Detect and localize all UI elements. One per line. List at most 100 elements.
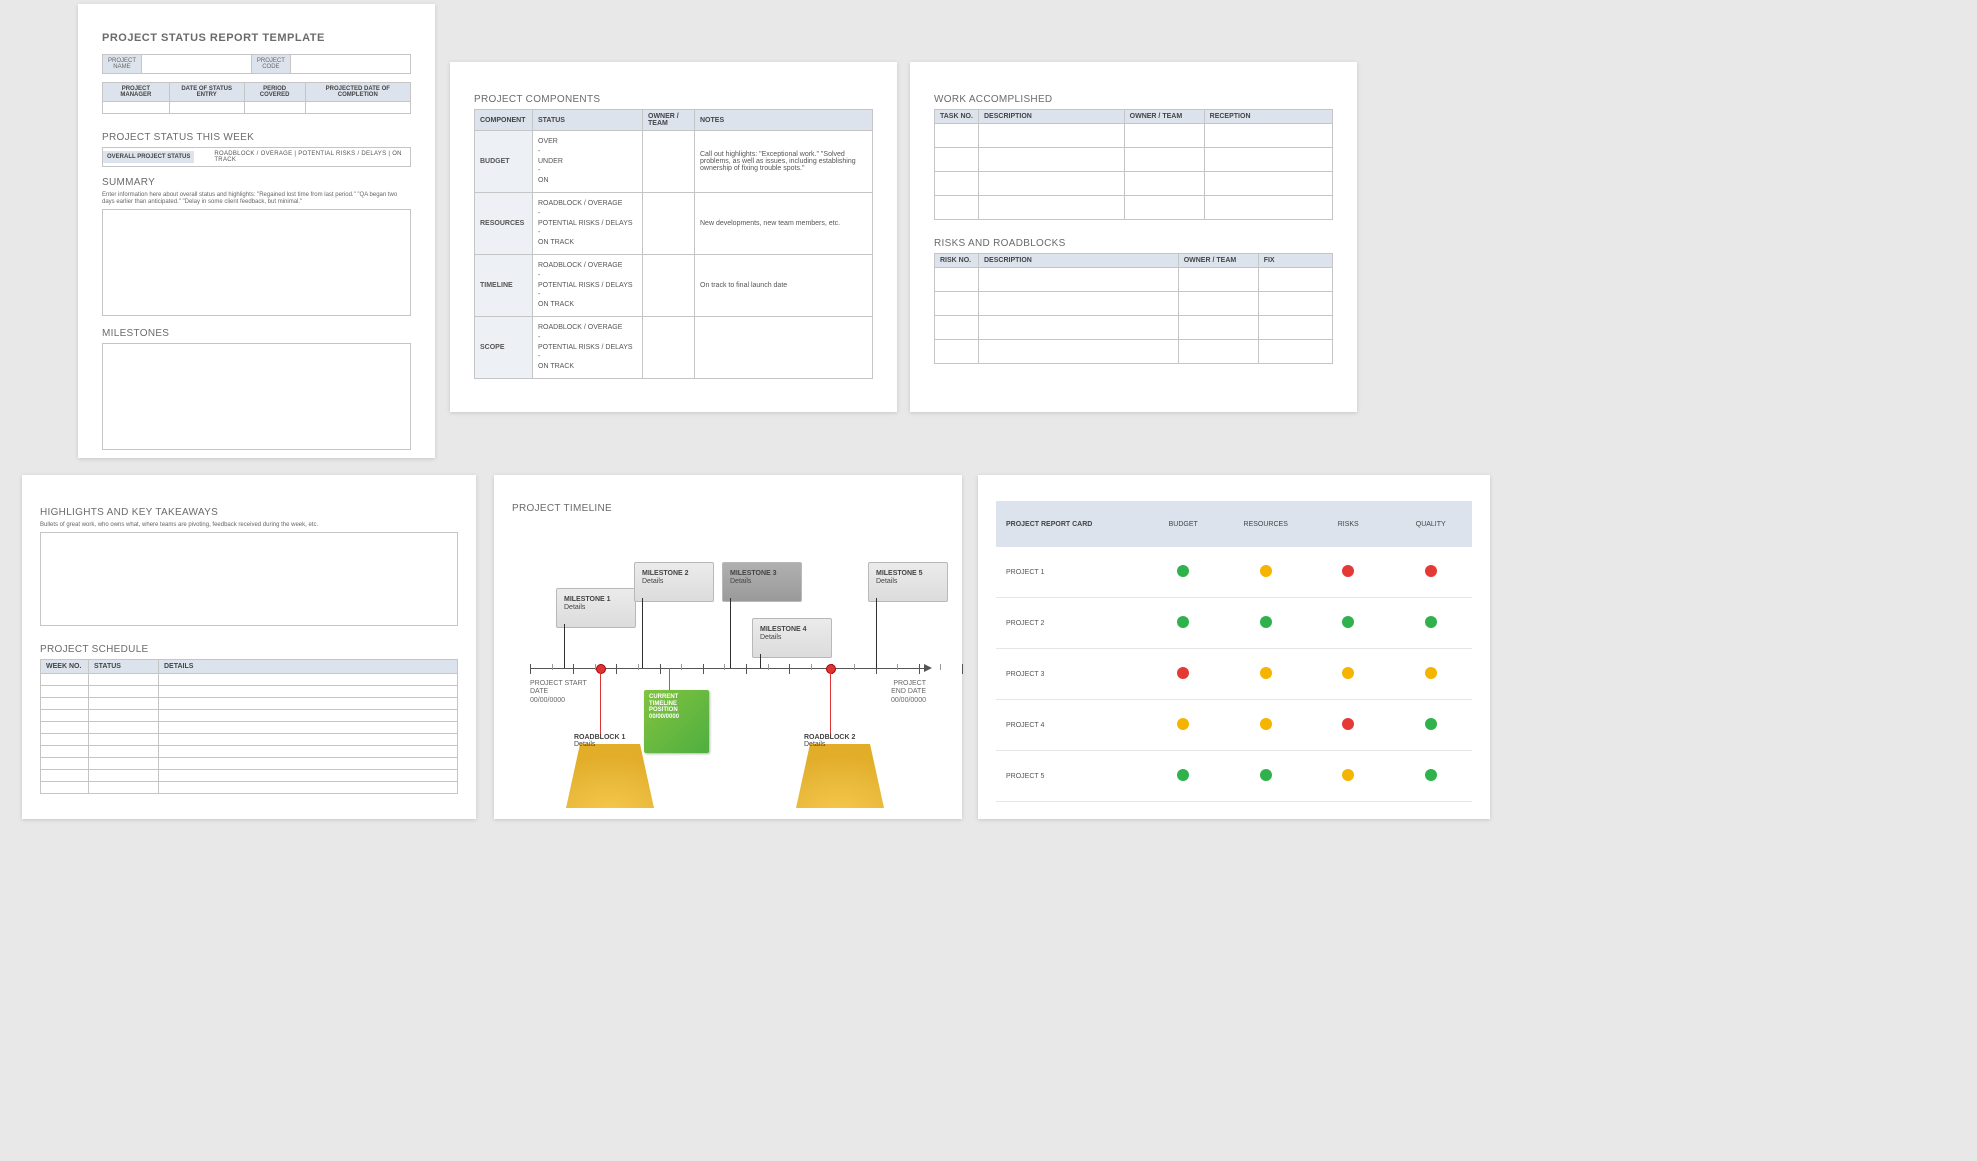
report-card-row: PROJECT 5 <box>996 751 1472 802</box>
current-vline <box>669 668 670 692</box>
status-dot-icon <box>1342 718 1354 730</box>
project-name: PROJECT 3 <box>996 671 1142 678</box>
milestone-box: MILESTONE 3Details <box>722 562 802 602</box>
title: PROJECT STATUS REPORT TEMPLATE <box>102 32 411 44</box>
report-card-label: PROJECT REPORT CARD <box>996 521 1142 528</box>
page-highlights-schedule: HIGHLIGHTS AND KEY TAKEAWAYS Bullets of … <box>22 475 476 819</box>
tick <box>638 664 639 670</box>
meta-header: DATE OF STATUS ENTRY <box>169 83 244 102</box>
project-name: PROJECT 1 <box>996 569 1142 576</box>
summary-hint: Enter information here about overall sta… <box>102 192 411 206</box>
component-cell: TIMELINE <box>475 255 533 317</box>
tick <box>681 664 682 670</box>
report-card-header: PROJECT REPORT CARD BUDGET RESOURCES RIS… <box>996 501 1472 547</box>
tick <box>940 664 941 670</box>
tick <box>746 664 747 674</box>
tick <box>854 664 855 670</box>
col-status: STATUS <box>533 110 643 131</box>
overall-status-options[interactable]: ROADBLOCK / OVERAGE | POTENTIAL RISKS / … <box>194 148 410 166</box>
start-date-label: PROJECT STARTDATE00/00/0000 <box>530 680 600 705</box>
highlights-box[interactable] <box>40 532 458 626</box>
status-dot-icon <box>1177 769 1189 781</box>
roadblock-dot-icon <box>596 664 606 674</box>
highlights-hint: Bullets of great work, who owns what, wh… <box>40 522 458 528</box>
tick <box>897 664 898 670</box>
this-week-heading: PROJECT STATUS THIS WEEK <box>102 132 411 143</box>
milestones-heading: MILESTONES <box>102 328 411 339</box>
status-dot-icon <box>1342 667 1354 679</box>
roadblock-dot-icon <box>826 664 836 674</box>
page-status-report: PROJECT STATUS REPORT TEMPLATE PROJECT N… <box>78 4 435 458</box>
tick <box>789 664 790 674</box>
roadblock-box: ROADBLOCK 1Details <box>566 734 654 808</box>
project-code-label: PROJECT CODE <box>251 55 290 74</box>
components-table: COMPONENT STATUS OWNER / TEAM NOTES BUDG… <box>474 109 873 379</box>
summary-box[interactable] <box>102 209 411 316</box>
owner-cell[interactable] <box>643 193 695 255</box>
status-cell[interactable]: OVER - UNDER - ON <box>533 131 643 193</box>
notes-cell[interactable]: On track to final launch date <box>695 255 873 317</box>
milestones-box[interactable] <box>102 343 411 450</box>
meta-header: PROJECT MANAGER <box>103 83 170 102</box>
component-cell: RESOURCES <box>475 193 533 255</box>
col-owner: OWNER / TEAM <box>643 110 695 131</box>
page-work-risks: WORK ACCOMPLISHED TASK NO. DESCRIPTION O… <box>910 62 1357 412</box>
page-report-card: PROJECT REPORT CARD BUDGET RESOURCES RIS… <box>978 475 1490 819</box>
work-table: TASK NO. DESCRIPTION OWNER / TEAM RECEPT… <box>934 109 1333 220</box>
status-cell[interactable]: ROADBLOCK / OVERAGE - POTENTIAL RISKS / … <box>533 317 643 379</box>
overall-status-label: OVERALL PROJECT STATUS <box>103 151 194 163</box>
owner-cell[interactable] <box>643 255 695 317</box>
notes-cell[interactable]: New developments, new team members, etc. <box>695 193 873 255</box>
timeline-axis <box>530 668 926 669</box>
notes-cell[interactable] <box>695 317 873 379</box>
milestone-box: MILESTONE 5Details <box>868 562 948 602</box>
col-component: COMPONENT <box>475 110 533 131</box>
timeline-chart: MILESTONE 1DetailsMILESTONE 2DetailsMILE… <box>512 518 944 818</box>
component-cell: SCOPE <box>475 317 533 379</box>
component-cell: BUDGET <box>475 131 533 193</box>
work-heading: WORK ACCOMPLISHED <box>934 94 1333 105</box>
page-project-timeline: PROJECT TIMELINE MILESTONE 1DetailsMILES… <box>494 475 962 819</box>
tick <box>811 664 812 670</box>
status-dot-icon <box>1342 769 1354 781</box>
milestone-vline <box>760 654 761 668</box>
tick <box>919 664 920 674</box>
tick <box>616 664 617 674</box>
milestone-vline <box>730 598 731 668</box>
project-code-field[interactable] <box>290 55 410 74</box>
components-heading: PROJECT COMPONENTS <box>474 94 873 105</box>
status-dot-icon <box>1177 565 1189 577</box>
summary-heading: SUMMARY <box>102 177 411 188</box>
tick <box>962 664 963 674</box>
notes-cell[interactable]: Call out highlights: "Exceptional work."… <box>695 131 873 193</box>
project-name: PROJECT 2 <box>996 620 1142 627</box>
status-cell[interactable]: ROADBLOCK / OVERAGE - POTENTIAL RISKS / … <box>533 193 643 255</box>
tick <box>724 664 725 670</box>
status-dot-icon <box>1425 667 1437 679</box>
roadblock-box: ROADBLOCK 2Details <box>796 734 884 808</box>
owner-cell[interactable] <box>643 131 695 193</box>
roadblock-vline <box>600 672 601 738</box>
status-dot-icon <box>1260 667 1272 679</box>
tick <box>768 664 769 670</box>
roadblock-vline <box>830 672 831 738</box>
status-dot-icon <box>1260 616 1272 628</box>
schedule-table: WEEK NO. STATUS DETAILS <box>40 659 458 794</box>
project-name: PROJECT 4 <box>996 722 1142 729</box>
risks-table: RISK NO. DESCRIPTION OWNER / TEAM FIX <box>934 253 1333 364</box>
owner-cell[interactable] <box>643 317 695 379</box>
timeline-heading: PROJECT TIMELINE <box>512 503 944 514</box>
tick <box>660 664 661 674</box>
tick <box>552 664 553 670</box>
status-cell[interactable]: ROADBLOCK / OVERAGE - POTENTIAL RISKS / … <box>533 255 643 317</box>
project-name-field[interactable] <box>141 55 251 74</box>
milestone-box: MILESTONE 1Details <box>556 588 636 628</box>
page-project-components: PROJECT COMPONENTS COMPONENT STATUS OWNE… <box>450 62 897 412</box>
report-card-row: PROJECT 1 <box>996 547 1472 598</box>
meta-header: PROJECTED DATE OF COMPLETION <box>305 83 410 102</box>
milestone-vline <box>876 598 877 668</box>
status-dot-icon <box>1177 718 1189 730</box>
end-date-label: PROJECTEND DATE00/00/0000 <box>856 680 926 705</box>
project-meta-table: PROJECT MANAGER DATE OF STATUS ENTRY PER… <box>102 82 411 114</box>
status-dot-icon <box>1342 565 1354 577</box>
